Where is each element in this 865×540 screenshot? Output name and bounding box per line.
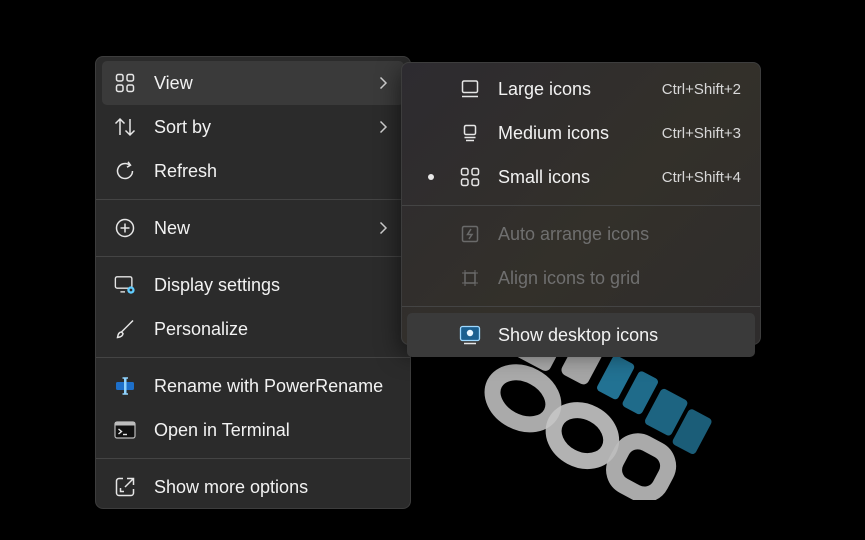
menu-item-view[interactable]: View [102,61,404,105]
submenu-item-label: Auto arrange icons [498,223,650,244]
menu-item-label: Refresh [154,160,218,181]
chevron-right-icon [376,221,390,235]
submenu-separator [402,306,760,307]
menu-item-label: Rename with PowerRename [154,375,384,396]
menu-item-label: Personalize [154,318,249,339]
menu-item-sort-by[interactable]: Sort by [102,105,404,149]
submenu-item-label: Medium icons [498,122,610,143]
keyboard-shortcut: Ctrl+Shift+2 [661,80,741,98]
submenu-item-show-desktop-icons[interactable]: Show desktop icons [407,313,755,357]
auto-arrange-icon [459,223,481,245]
keyboard-shortcut: Ctrl+Shift+4 [661,168,741,186]
menu-item-label: Sort by [154,116,212,137]
plus-circle-icon [114,217,136,239]
submenu-item-auto-arrange-icons[interactable]: Auto arrange icons [407,212,755,256]
keyboard-shortcut: Ctrl+Shift+3 [661,124,741,142]
view-submenu: Large icons Ctrl+Shift+2 Medium icons Ct… [401,62,761,357]
submenu-separator [402,205,760,206]
medium-icons-icon [459,122,481,144]
sort-arrows-icon [114,116,136,138]
menu-separator [96,256,410,257]
submenu-item-large-icons[interactable]: Large icons Ctrl+Shift+2 [407,67,755,111]
submenu-item-align-icons-to-grid[interactable]: Align icons to grid [407,256,755,300]
selected-bullet-icon [428,174,434,180]
menu-item-new[interactable]: New [102,206,404,250]
submenu-item-label: Large icons [498,78,592,99]
brush-icon [114,318,136,340]
submenu-item-small-icons[interactable]: Small icons Ctrl+Shift+4 [407,155,755,199]
menu-item-label: Open in Terminal [154,419,290,440]
display-settings-icon [114,274,136,296]
align-grid-icon [459,267,481,289]
menu-separator [96,199,410,200]
submenu-item-label: Show desktop icons [498,324,659,345]
menu-item-label: Display settings [154,274,281,295]
chevron-right-icon [376,76,390,90]
menu-separator [96,357,410,358]
powerrename-icon [114,375,136,397]
menu-item-label: Show more options [154,476,309,497]
menu-separator [96,458,410,459]
large-icons-icon [459,78,481,100]
chevron-right-icon [376,120,390,134]
menu-item-show-more-options[interactable]: Show more options [102,465,404,509]
submenu-item-medium-icons[interactable]: Medium icons Ctrl+Shift+3 [407,111,755,155]
menu-item-label: New [154,217,191,238]
menu-item-open-terminal[interactable]: Open in Terminal [102,408,404,452]
menu-item-personalize[interactable]: Personalize [102,307,404,351]
expand-icon [114,476,136,498]
grid-icon [114,72,136,94]
terminal-icon [114,419,136,441]
refresh-icon [114,160,136,182]
desktop-context-menu: View Sort by Refresh New Display setting… [95,56,411,509]
submenu-item-label: Align icons to grid [498,267,641,288]
menu-item-display-settings[interactable]: Display settings [102,263,404,307]
show-desktop-icon [459,324,481,346]
menu-item-powerrename[interactable]: Rename with PowerRename [102,364,404,408]
small-icons-icon [459,166,481,188]
menu-item-refresh[interactable]: Refresh [102,149,404,193]
menu-item-label: View [154,72,193,93]
submenu-item-label: Small icons [498,166,591,187]
